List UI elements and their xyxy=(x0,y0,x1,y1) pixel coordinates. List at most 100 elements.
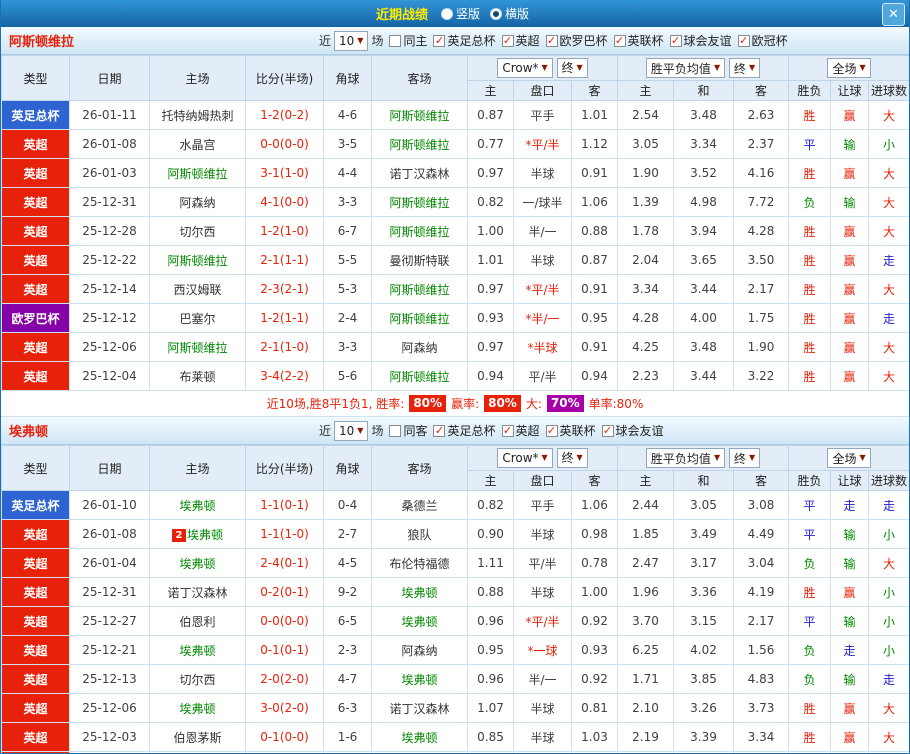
filter-label: 英足总杯 xyxy=(447,424,496,438)
col-type: 类型 xyxy=(1,445,70,491)
result-outcome: 胜 xyxy=(788,216,832,246)
result-goals: 小 xyxy=(868,129,909,159)
odds-away: 0.94 xyxy=(570,361,619,391)
corners: 3-5 xyxy=(323,129,372,159)
filter-英超[interactable]: ✓ 英超 xyxy=(501,32,540,49)
handicap-rate-label: 赢率: xyxy=(451,397,480,411)
corners: 2-4 xyxy=(323,303,372,333)
avg-type-select[interactable]: 胜平负均值 ▼ xyxy=(645,448,726,468)
corners: 5-3 xyxy=(323,274,372,304)
match-row: 欧罗巴杯 25-12-12 巴塞尔 1-2(1-1) 2-4 阿斯顿维拉 0.93 *半/一 0… xyxy=(1,303,909,333)
vertical-layout-radio[interactable]: 竖版 xyxy=(440,5,480,22)
match-date: 25-12-04 xyxy=(69,361,150,391)
odds-company-select[interactable]: Crow* ▼ xyxy=(497,448,553,469)
horizontal-layout-radio[interactable]: 横版 xyxy=(490,5,529,22)
filter-球会友谊[interactable]: ✓ 球会友谊 xyxy=(669,32,732,49)
filter-同客[interactable]: 同客 xyxy=(389,422,427,439)
away-team: 布伦特福德 xyxy=(371,548,468,578)
home-team: 伯恩茅斯 xyxy=(149,722,246,752)
home-team: 巴塞尔 xyxy=(149,303,246,333)
match-date: 26-01-08 xyxy=(69,129,150,159)
near-label: 近 xyxy=(319,34,332,48)
checkbox-checked-icon: ✓ xyxy=(433,34,446,47)
filter-球会友谊[interactable]: ✓ 球会友谊 xyxy=(601,422,664,439)
result-goals: 大 xyxy=(868,216,909,246)
match-date: 25-12-28 xyxy=(69,216,150,246)
result-outcome: 胜 xyxy=(788,361,832,391)
corners: 5-5 xyxy=(323,245,372,275)
avg-away: 2.17 xyxy=(733,606,790,636)
filter-英足总杯[interactable]: ✓ 英足总杯 xyxy=(433,422,496,439)
avg-time-value: 终 xyxy=(733,61,746,76)
avg-away: 4.49 xyxy=(733,519,790,549)
away-team: 阿斯顿维拉 xyxy=(371,100,468,130)
avg-draw: 4.02 xyxy=(673,635,735,665)
avg-home: 2.54 xyxy=(617,100,675,130)
titlebar: 近期战绩 竖版 横版 ✕ xyxy=(1,0,909,27)
match-count-select[interactable]: 10 ▼ xyxy=(334,420,369,441)
chevron-down-icon: ▼ xyxy=(576,452,583,462)
team-bar: 阿斯顿维拉 近 10 ▼ 场 同主 ✓ 英足总杯 ✓ 英超 ✓ 欧罗巴杯 ✓ 英联杯 ✓ 球会友谊 ✓… xyxy=(1,27,909,55)
scope-select[interactable]: 全场 ▼ xyxy=(827,58,871,78)
close-button[interactable]: ✕ xyxy=(882,3,905,26)
odds-time-select[interactable]: 终 ▼ xyxy=(556,57,588,78)
home-team: 诺丁汉森林 xyxy=(149,577,246,607)
col-avg-away: 客 xyxy=(733,80,790,101)
near-label: 近 xyxy=(319,424,332,438)
vertical-layout-label: 竖版 xyxy=(455,7,480,21)
chevron-down-icon: ▼ xyxy=(859,63,866,72)
result-goals: 大 xyxy=(868,158,909,188)
odds-home: 0.95 xyxy=(467,635,514,665)
match-date: 25-12-06 xyxy=(69,332,150,362)
filter-欧罗巴杯[interactable]: ✓ 欧罗巴杯 xyxy=(545,32,608,49)
result-outcome: 负 xyxy=(788,664,832,694)
home-team: 埃弗顿 xyxy=(149,490,246,520)
score: 4-1(0-0) xyxy=(245,187,324,217)
score: 0-0(0-0) xyxy=(245,129,324,159)
result-outcome: 胜 xyxy=(788,722,832,752)
radio-icon xyxy=(490,7,502,20)
col-home: 主场 xyxy=(149,55,246,101)
filter-英超[interactable]: ✓ 英超 xyxy=(501,422,540,439)
odds-home: 0.77 xyxy=(467,129,514,159)
odds-company-select[interactable]: Crow* ▼ xyxy=(497,58,553,79)
filter-英联杯[interactable]: ✓ 英联杯 xyxy=(545,422,596,439)
avg-draw: 3.52 xyxy=(673,158,735,188)
type-badge: 英超 xyxy=(1,606,70,636)
chevron-down-icon: ▼ xyxy=(748,453,756,462)
away-team: 曼彻斯特联 xyxy=(371,245,468,275)
col-avg-draw: 和 xyxy=(673,80,735,101)
avg-draw: 3.05 xyxy=(673,490,735,520)
odds-time-select[interactable]: 终 ▼ xyxy=(556,447,588,468)
avg-type-select[interactable]: 胜平负均值 ▼ xyxy=(645,58,726,78)
filter-英足总杯[interactable]: ✓ 英足总杯 xyxy=(433,32,496,49)
avg-home: 2.19 xyxy=(617,722,675,752)
odds-home: 1.07 xyxy=(467,693,514,723)
match-count-select[interactable]: 10 ▼ xyxy=(334,30,369,51)
avg-away: 3.22 xyxy=(733,361,790,391)
filter-同主[interactable]: 同主 xyxy=(389,32,427,49)
avg-draw: 3.94 xyxy=(673,216,735,246)
avg-time-select[interactable]: 终 ▼ xyxy=(728,58,761,78)
result-goals: 大 xyxy=(868,693,909,723)
filter-英联杯[interactable]: ✓ 英联杯 xyxy=(613,32,664,49)
handicap-line: 半球 xyxy=(513,577,572,607)
match-row: 英超 26-01-08 水晶宫 0-0(0-0) 3-5 阿斯顿维拉 0.77 *平/半 1.1… xyxy=(1,129,909,159)
away-team: 桑德兰 xyxy=(371,490,468,520)
result-goals: 走 xyxy=(868,664,909,694)
result-outcome: 平 xyxy=(788,129,832,159)
odds-home: 0.97 xyxy=(467,332,514,362)
filter-欧冠杯[interactable]: ✓ 欧冠杯 xyxy=(737,32,788,49)
away-team: 阿森纳 xyxy=(371,635,468,665)
avg-time-select[interactable]: 终 ▼ xyxy=(728,448,761,468)
odds-away: 0.95 xyxy=(570,303,619,333)
checkbox-checked-icon: ✓ xyxy=(545,424,558,437)
checkbox-checked-icon: ✓ xyxy=(613,34,626,47)
checkbox-checked-icon: ✓ xyxy=(545,34,558,47)
avg-away: 2.37 xyxy=(733,129,790,159)
scope-select[interactable]: 全场 ▼ xyxy=(827,448,871,468)
avg-home: 2.44 xyxy=(617,490,675,520)
col-odds-home: 主 xyxy=(467,470,514,491)
result-goals: 大 xyxy=(868,332,909,362)
avg-home: 3.70 xyxy=(617,606,675,636)
